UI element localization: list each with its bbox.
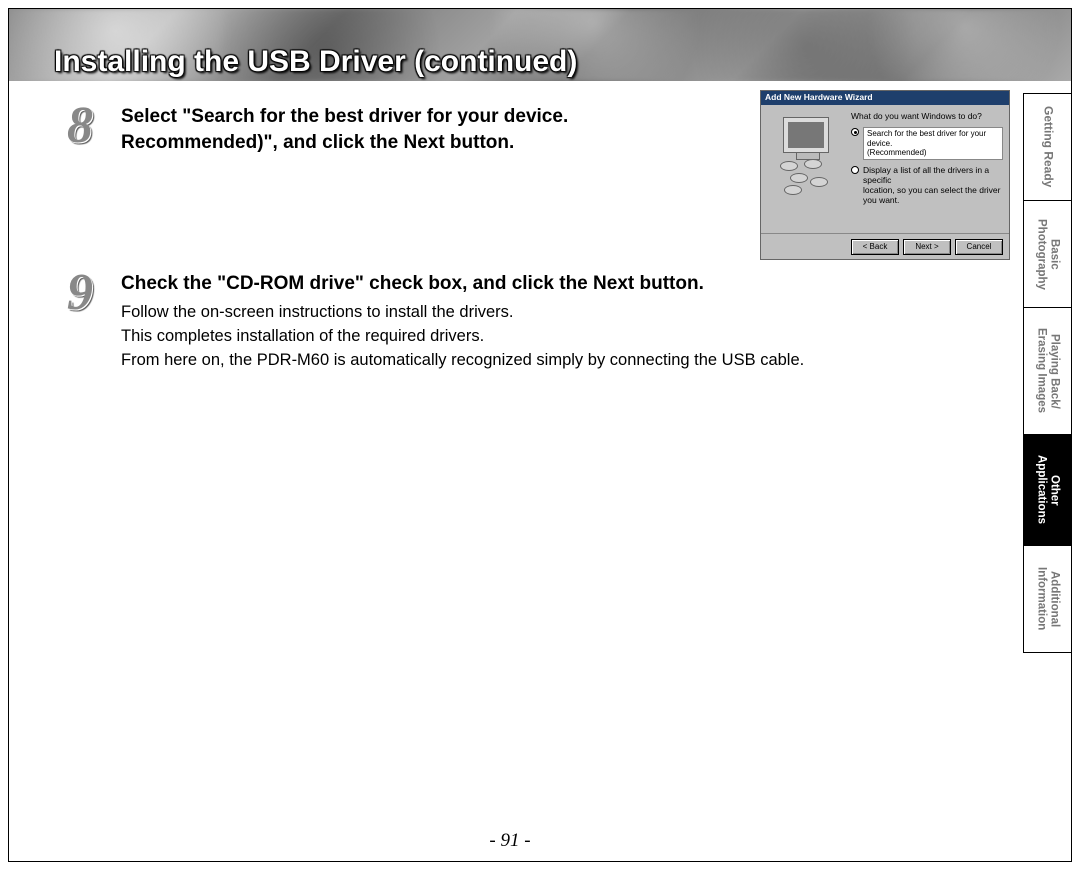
wizard-footer: < Back Next > Cancel bbox=[761, 233, 1009, 259]
wizard-option-search-box: Search for the best driver for your devi… bbox=[863, 127, 1003, 160]
step-9-body: Check the "CD-ROM drive" check box, and … bbox=[121, 265, 1010, 372]
wizard-body: What do you want Windows to do? Search f… bbox=[761, 105, 1009, 233]
wizard-option2-line1: Display a list of all the drivers in a s… bbox=[863, 165, 1003, 185]
wizard-title-bar: Add New Hardware Wizard bbox=[761, 91, 1009, 105]
step-8-heading: Select "Search for the best driver for y… bbox=[121, 104, 750, 155]
wizard-option-search[interactable]: Search for the best driver for your devi… bbox=[851, 127, 1003, 160]
tab-playing-back[interactable]: Playing Back/ Erasing Images bbox=[1023, 307, 1071, 435]
tab-additional-information[interactable]: Additional Information bbox=[1023, 545, 1071, 653]
step-number-9: 9 bbox=[55, 265, 105, 321]
wizard-option1-line1: Search for the best driver for your devi… bbox=[867, 129, 999, 148]
discs-icon bbox=[776, 159, 836, 199]
radio-icon bbox=[851, 166, 859, 174]
radio-icon bbox=[851, 128, 859, 136]
cancel-button[interactable]: Cancel bbox=[955, 239, 1003, 255]
wizard-option2-line2: location, so you can select the driver y… bbox=[863, 185, 1003, 205]
step-9: 9 Check the "CD-ROM drive" check box, an… bbox=[55, 265, 1010, 372]
step-9-line3: From here on, the PDR-M60 is automatical… bbox=[121, 349, 1010, 373]
tab-getting-ready[interactable]: Getting Ready bbox=[1023, 93, 1071, 201]
wizard-option1-line2: (Recommended) bbox=[867, 148, 999, 158]
wizard-option-list[interactable]: Display a list of all the drivers in a s… bbox=[851, 165, 1003, 206]
header-band: Installing the USB Driver (continued) bbox=[9, 9, 1071, 81]
page-number: - 91 - bbox=[0, 830, 1020, 852]
step-8-body: Select "Search for the best driver for y… bbox=[121, 98, 750, 155]
step-9-line1: Follow the on-screen instructions to ins… bbox=[121, 301, 1010, 325]
wizard-option2-text: Display a list of all the drivers in a s… bbox=[863, 165, 1003, 206]
tab-basic-photography[interactable]: Basic Photography bbox=[1023, 200, 1071, 308]
side-tabs: Getting Ready Basic Photography Playing … bbox=[1023, 93, 1071, 652]
step-8-heading-line1: Select "Search for the best driver for y… bbox=[121, 106, 568, 127]
monitor-icon bbox=[783, 117, 829, 153]
wizard-screenshot: Add New Hardware Wizard What do you want… bbox=[760, 90, 1010, 260]
tab-other-applications[interactable]: Other Applications bbox=[1023, 434, 1071, 546]
step-9-heading: Check the "CD-ROM drive" check box, and … bbox=[121, 271, 1010, 297]
step-9-line2: This completes installation of the requi… bbox=[121, 325, 1010, 349]
next-button[interactable]: Next > bbox=[903, 239, 951, 255]
page-title: Installing the USB Driver (continued) bbox=[54, 45, 577, 79]
step-8-heading-line2: Recommended)", and click the Next button… bbox=[121, 132, 514, 153]
wizard-prompt: What do you want Windows to do? bbox=[851, 111, 1003, 121]
wizard-options-panel: What do you want Windows to do? Search f… bbox=[851, 111, 1003, 227]
content-area: Add New Hardware Wizard What do you want… bbox=[55, 90, 1010, 810]
back-button[interactable]: < Back bbox=[851, 239, 899, 255]
wizard-illustration bbox=[767, 111, 845, 227]
step-number-8: 8 bbox=[55, 98, 105, 154]
